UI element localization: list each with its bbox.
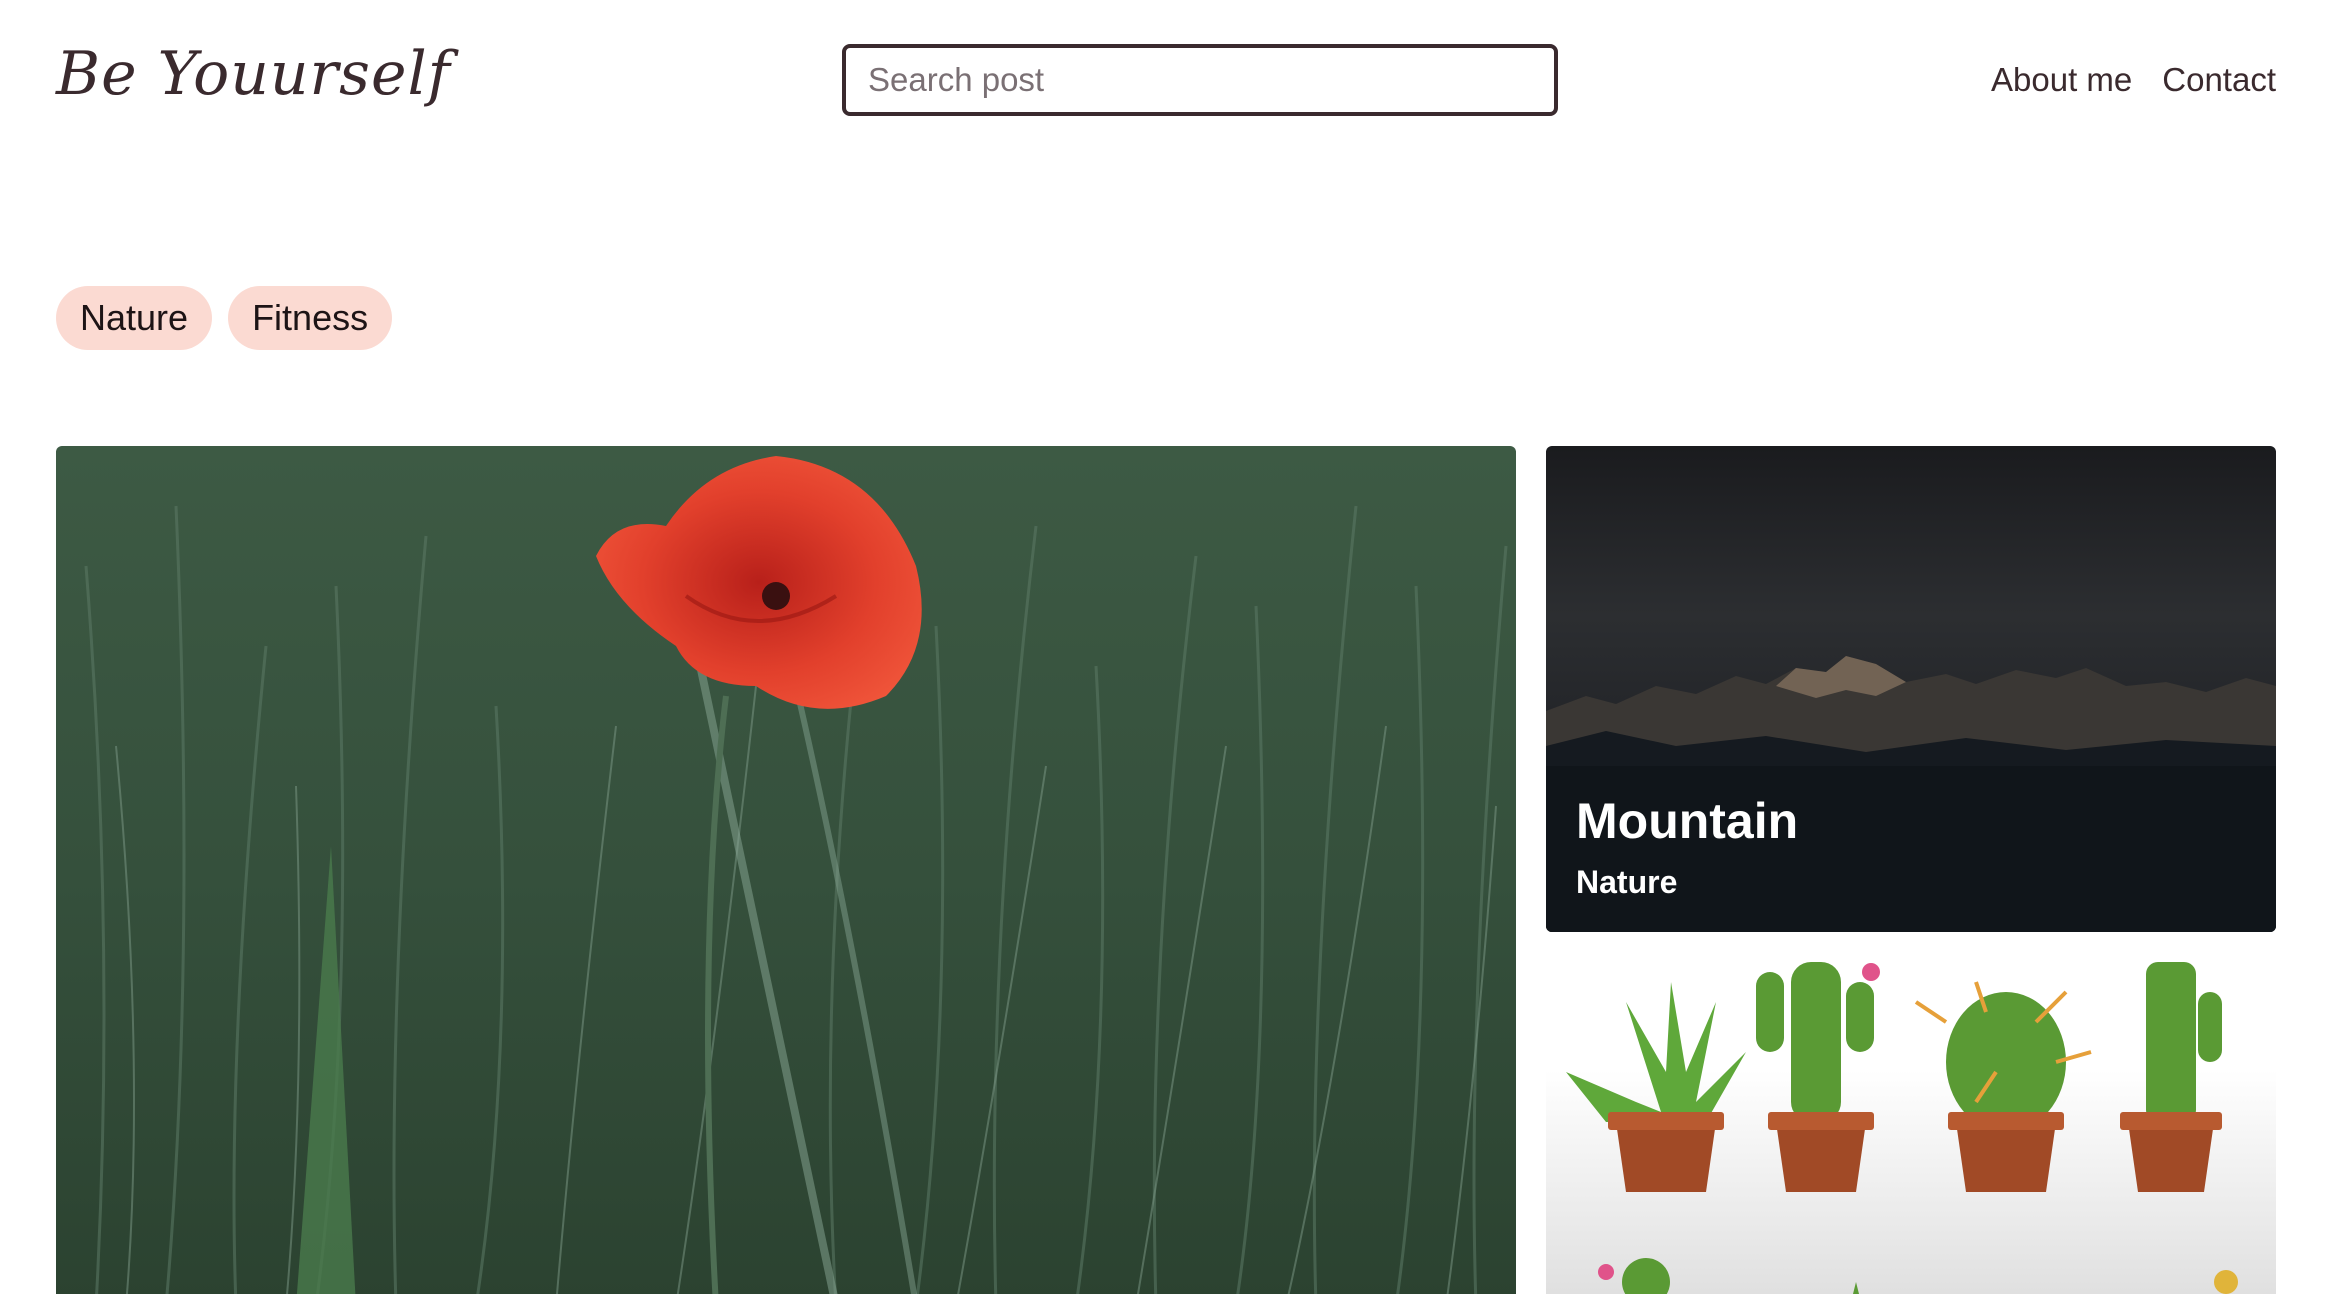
search-input[interactable] xyxy=(846,48,1554,112)
cactus-image xyxy=(1546,962,2276,1294)
top-nav: About me Contact xyxy=(1991,58,2276,102)
tag-fitness[interactable]: Fitness xyxy=(228,286,393,350)
tag-nature[interactable]: Nature xyxy=(56,286,213,350)
nav-link-about[interactable]: About me xyxy=(1991,58,2132,102)
post-caption: Mountain Nature xyxy=(1576,790,1798,904)
featured-post-card[interactable] xyxy=(56,446,1516,1294)
post-category[interactable]: Nature xyxy=(1576,860,1798,904)
post-card-cactus[interactable] xyxy=(1546,962,2276,1294)
poppy-image xyxy=(56,446,1516,1294)
site-logo[interactable]: Be Youurself xyxy=(56,36,451,112)
nav-link-contact[interactable]: Contact xyxy=(2162,58,2276,102)
search-field[interactable] xyxy=(842,44,1558,116)
post-title[interactable]: Mountain xyxy=(1576,790,1798,852)
blog-page: Be Youurself About me Contact Nature Fit… xyxy=(0,0,2332,1294)
post-card-mountain[interactable]: Mountain Nature xyxy=(1546,446,2276,932)
tag-list: Nature Fitness xyxy=(56,286,393,350)
